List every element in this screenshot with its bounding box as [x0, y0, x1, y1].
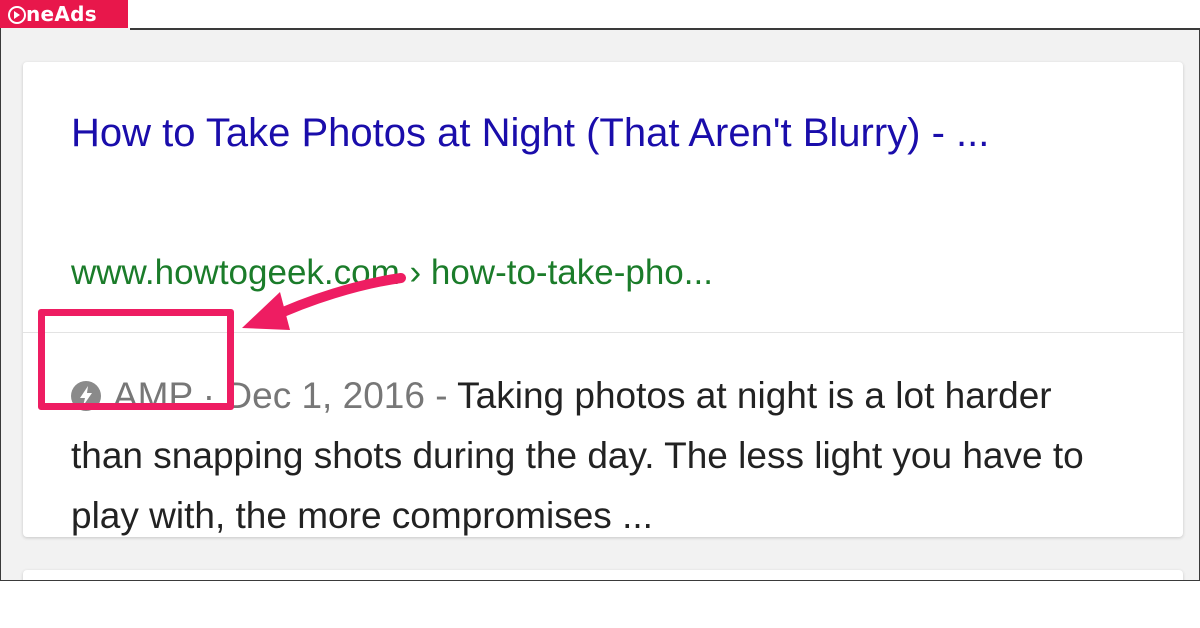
amp-highlight-box — [38, 309, 234, 410]
screen-top-border — [130, 28, 1200, 30]
oneads-logo: neAds — [0, 0, 128, 28]
pointer-arrow-icon — [242, 273, 406, 330]
logo-text: neAds — [26, 2, 98, 26]
meta-dash: - — [435, 375, 448, 416]
phone-screen: How to Take Photos at Night (That Aren't… — [0, 28, 1200, 581]
result-title-link[interactable]: How to Take Photos at Night (That Aren't… — [71, 104, 1141, 162]
result-date: Dec 1, 2016 — [225, 375, 425, 416]
next-result-card — [23, 570, 1183, 580]
play-circle-icon — [8, 6, 26, 24]
search-result-card: How to Take Photos at Night (That Aren't… — [23, 62, 1183, 537]
